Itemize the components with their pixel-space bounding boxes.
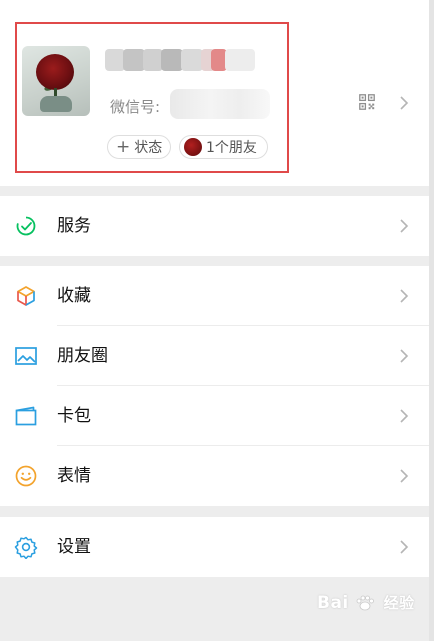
chevron-right-icon	[400, 540, 409, 554]
menu-item-services[interactable]: 服务	[0, 196, 429, 256]
menu-label-favorites: 收藏	[57, 286, 91, 306]
menu-group-settings: 设置	[0, 517, 429, 577]
chevron-right-icon	[400, 469, 409, 483]
menu-item-settings[interactable]: 设置	[0, 517, 429, 577]
card-wallet-icon	[15, 406, 37, 426]
menu-group-main: 收藏 朋友圈 卡包 表情	[0, 266, 429, 506]
scroll-edge	[429, 0, 434, 641]
moments-picture-icon	[15, 347, 37, 365]
chevron-right-icon	[400, 409, 409, 423]
qr-code-icon[interactable]	[359, 94, 375, 110]
menu-item-favorites[interactable]: 收藏	[0, 266, 429, 326]
paw-icon	[356, 595, 375, 611]
menu-group-services: 服务	[0, 196, 429, 256]
menu-item-stickers[interactable]: 表情	[0, 446, 429, 506]
profile-card[interactable]: 微信号: + 状态 1个朋友	[0, 0, 429, 186]
menu-label-settings: 设置	[57, 537, 91, 557]
watermark-text: Bai	[317, 593, 349, 613]
gear-icon	[14, 536, 38, 559]
menu-label-cards: 卡包	[57, 406, 91, 426]
menu-label-services: 服务	[57, 216, 91, 236]
menu-item-cards[interactable]: 卡包	[0, 386, 429, 446]
menu-item-moments[interactable]: 朋友圈	[0, 326, 429, 386]
chevron-right-icon	[400, 219, 409, 233]
menu-label-moments: 朋友圈	[57, 346, 108, 366]
chevron-right-icon	[400, 349, 409, 363]
highlight-box	[15, 22, 289, 173]
menu-label-stickers: 表情	[57, 466, 91, 486]
chevron-right-icon	[400, 289, 409, 303]
watermark-suffix: 经验	[383, 594, 415, 612]
baidu-jingyan-watermark: Bai 经验	[317, 592, 415, 613]
services-icon	[16, 216, 36, 236]
smiley-icon	[15, 465, 37, 487]
favorites-cube-icon	[17, 286, 35, 306]
chevron-right-icon[interactable]	[398, 95, 410, 111]
